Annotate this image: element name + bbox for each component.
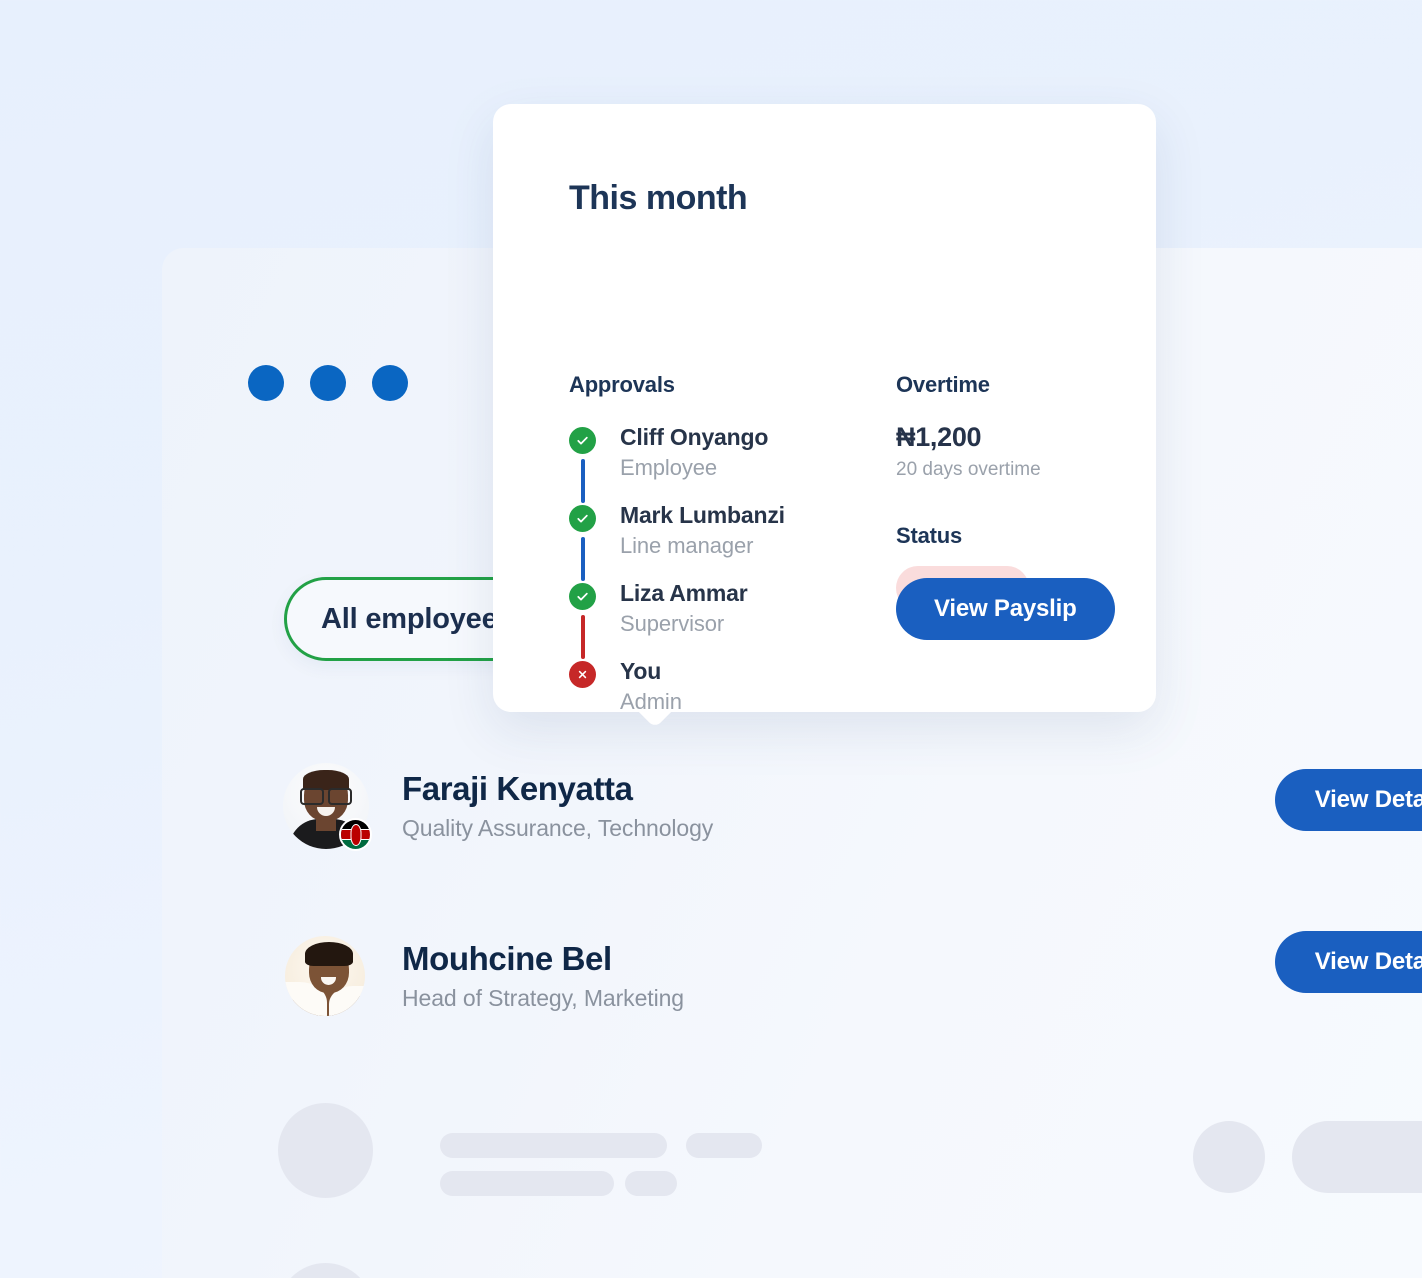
overtime-amount: ₦1,200: [896, 422, 982, 452]
dot-1-icon: [248, 365, 284, 401]
page-title: This month: [569, 179, 748, 217]
skeleton-avatar: [278, 1263, 373, 1278]
glasses-icon: [300, 788, 352, 805]
avatar: [285, 936, 365, 1016]
skeleton-bar: [625, 1171, 677, 1196]
skeleton-bar: [686, 1133, 762, 1158]
skeleton-avatar-small: [1193, 1121, 1265, 1193]
filter-pill-label: All employees: [321, 602, 514, 635]
employee-text-block: Faraji Kenyatta Quality Assurance, Techn…: [402, 770, 713, 842]
approvals-timeline: Cliff Onyango Employee Mark Lumbanzi Lin…: [569, 425, 869, 715]
this-month-popup-card: This month Approvals Cliff Onyango Emplo…: [493, 104, 1156, 715]
approver-name: Cliff Onyango: [620, 424, 769, 450]
overtime-subtext: 20 days overtime: [896, 459, 1041, 480]
dot-3-icon: [372, 365, 408, 401]
skeleton-bar: [440, 1171, 614, 1196]
avatar-image-mouhcine: [285, 936, 365, 1016]
status-heading: Status: [896, 523, 963, 548]
employee-role-department: Quality Assurance, Technology: [402, 815, 714, 841]
list-item: Liza Ammar Supervisor: [569, 581, 869, 659]
view-payslip-button[interactable]: View Payslip: [896, 578, 1115, 640]
approver-role: Employee: [620, 454, 718, 480]
close-icon: [569, 661, 596, 688]
approver-name: Liza Ammar: [620, 580, 748, 606]
employee-role-department: Head of Strategy, Marketing: [402, 985, 684, 1011]
dot-2-icon: [310, 365, 346, 401]
employee-name: Mouhcine Bel: [402, 940, 612, 977]
approver-role: Line manager: [620, 532, 754, 558]
list-item: Cliff Onyango Employee: [569, 425, 869, 503]
approver-role: Supervisor: [620, 610, 725, 636]
list-item: You Admin: [569, 659, 869, 715]
approver-name: Mark Lumbanzi: [620, 502, 785, 528]
employee-name: Faraji Kenyatta: [402, 770, 633, 807]
approver-name: You: [620, 658, 662, 684]
kenya-flag-icon: [339, 818, 372, 851]
table-row[interactable]: Faraji Kenyatta Quality Assurance, Techn…: [162, 758, 1422, 854]
timeline-connector: [581, 459, 585, 503]
table-row[interactable]: Mouhcine Bel Head of Strategy, Marketing: [162, 928, 1422, 1024]
check-icon: [569, 505, 596, 532]
timeline-connector: [581, 537, 585, 581]
employee-text-block: Mouhcine Bel Head of Strategy, Marketing: [402, 940, 684, 1012]
window-dots-row: [248, 365, 408, 401]
approvals-column: Approvals Cliff Onyango Employee Mark Lu…: [569, 372, 869, 715]
overtime-heading: Overtime: [896, 372, 990, 397]
avatar: [283, 763, 372, 851]
skeleton-pill: [1292, 1121, 1422, 1193]
timeline-connector: [581, 615, 585, 659]
list-item-skeleton: [162, 1103, 1422, 1233]
popup-tail: [627, 709, 683, 755]
check-icon: [569, 583, 596, 610]
list-item-skeleton: [162, 1263, 1422, 1278]
view-details-button[interactable]: View Details: [1274, 769, 1422, 831]
skeleton-bar: [440, 1133, 667, 1158]
skeleton-avatar: [278, 1103, 373, 1198]
approvals-heading: Approvals: [569, 372, 675, 397]
view-details-button[interactable]: View Details: [1274, 931, 1422, 993]
check-icon: [569, 427, 596, 454]
list-item: Mark Lumbanzi Line manager: [569, 503, 869, 581]
overtime-column: Overtime ₦1,200 20 days overtime Status …: [896, 372, 1126, 610]
